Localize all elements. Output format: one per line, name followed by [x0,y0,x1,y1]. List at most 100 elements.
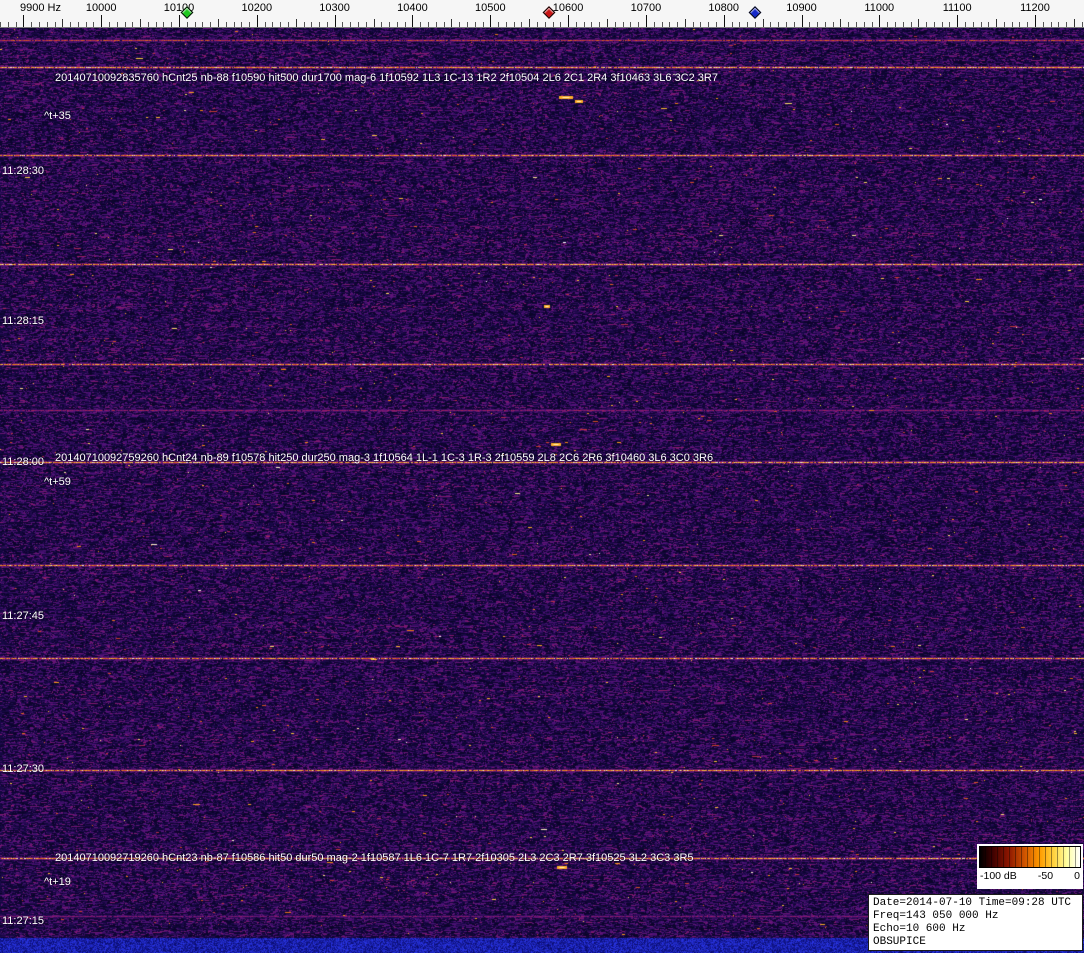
ruler-tick [78,22,79,27]
time-label-112745: 11:27:45 [2,610,44,622]
ruler-tick [335,15,336,27]
ruler-tick [125,22,126,27]
ruler-tick [498,22,499,27]
colorbar-labels: -100 dB -50 0 [979,868,1081,882]
ruler-tick [140,19,141,27]
ruler-label: 10700 [631,2,662,14]
ruler-tick [444,22,445,27]
ruler-tick [568,15,569,27]
ruler-tick [39,22,40,27]
ruler-tick [241,22,242,27]
detection-offset-1: ^t+35 [44,110,71,122]
ruler-tick [646,15,647,27]
detection-offset-2: ^t+59 [44,476,71,488]
ruler-label: 11000 [864,2,894,14]
ruler-tick [296,19,297,27]
frequency-ruler: 9900 Hz 10000 10100 10200 10300 10400 10500 106… [0,0,1084,28]
ruler-tick [1066,22,1067,27]
ruler-tick [202,22,203,27]
ruler-tick [973,22,974,27]
info-box: Date=2014-07-10 Time=09:28 UTC Freq=143 … [868,894,1083,951]
info-date-time: Date=2014-07-10 Time=09:28 UTC [873,897,1078,910]
ruler-tick [381,22,382,27]
ruler-tick [117,22,118,27]
colorbar-ticks [980,847,1080,867]
colorbar-min-label: -100 dB [980,870,1017,882]
ruler-tick [483,22,484,27]
ruler-tick [1027,22,1028,27]
ruler-tick [218,19,219,27]
ruler-tick [802,15,803,27]
ruler-tick [109,22,110,27]
ruler-tick [840,19,841,27]
ruler-tick [825,22,826,27]
ruler-tick [848,22,849,27]
colorbar-gradient [979,846,1081,868]
ruler-tick [638,22,639,27]
ruler-tick [132,22,133,27]
ruler-tick [965,22,966,27]
ruler-tick [724,15,725,27]
ruler-tick [1074,19,1075,27]
ruler-tick [62,19,63,27]
ruler-tick [988,22,989,27]
ruler-tick [374,19,375,27]
ruler-tick [809,22,810,27]
ruler-tick [31,22,32,27]
ruler-tick [553,22,554,27]
colorbar-mid-label: -50 [1038,870,1053,882]
ruler-label: 10300 [319,2,350,14]
ruler-tick [786,22,787,27]
ruler-tick [879,15,880,27]
ruler-tick [677,22,678,27]
ruler-tick [148,22,149,27]
ruler-tick [700,22,701,27]
ruler-tick [187,22,188,27]
ruler-tick [226,22,227,27]
time-label-112730: 11:27:30 [2,763,44,775]
ruler-tick [654,22,655,27]
ruler-tick [599,22,600,27]
ruler-tick [514,22,515,27]
ruler-tick [918,19,919,27]
ruler-tick [591,22,592,27]
ruler-label: 10800 [708,2,739,14]
colorbar-max-label: 0 [1074,870,1080,882]
ruler-tick [996,19,997,27]
ruler-tick [319,22,320,27]
ruler-tick [459,22,460,27]
ruler-tick [521,22,522,27]
ruler-tick [506,22,507,27]
ruler-tick [630,22,631,27]
ruler-tick [265,22,266,27]
ruler-tick [794,22,795,27]
ruler-label: 10000 [86,2,117,14]
info-station-name: OBSUPICE [873,936,1078,949]
ruler-tick [1082,22,1083,27]
ruler-tick [405,22,406,27]
time-label-112815: 11:28:15 [2,315,44,327]
detection-annotation-2: 20140710092759260 hCnt24 nb-89 f10578 hi… [55,452,713,464]
ruler-tick [420,22,421,27]
ruler-tick [957,15,958,27]
ruler-tick [428,22,429,27]
ruler-tick [156,22,157,27]
ruler-tick [833,22,834,27]
ruler-tick [732,22,733,27]
ruler-label: 10900 [786,2,817,14]
ruler-tick [1058,22,1059,27]
meteor-spectrogram-page: { "ruler": { "freq_min": 9870, "freq_max… [0,0,1084,953]
ruler-tick [210,22,211,27]
ruler-label: 10200 [242,2,273,14]
ruler-tick [342,22,343,27]
ruler-tick [545,22,546,27]
ruler-label: 10500 [475,2,506,14]
ruler-tick [179,15,180,27]
ruler-tick [934,22,935,27]
ruler-tick [778,22,779,27]
ruler-tick [397,22,398,27]
ruler-tick [257,15,258,27]
blue-diamond-marker-icon[interactable] [748,6,761,19]
colorbar-legend: -100 dB -50 0 [977,844,1083,889]
ruler-tick [623,22,624,27]
